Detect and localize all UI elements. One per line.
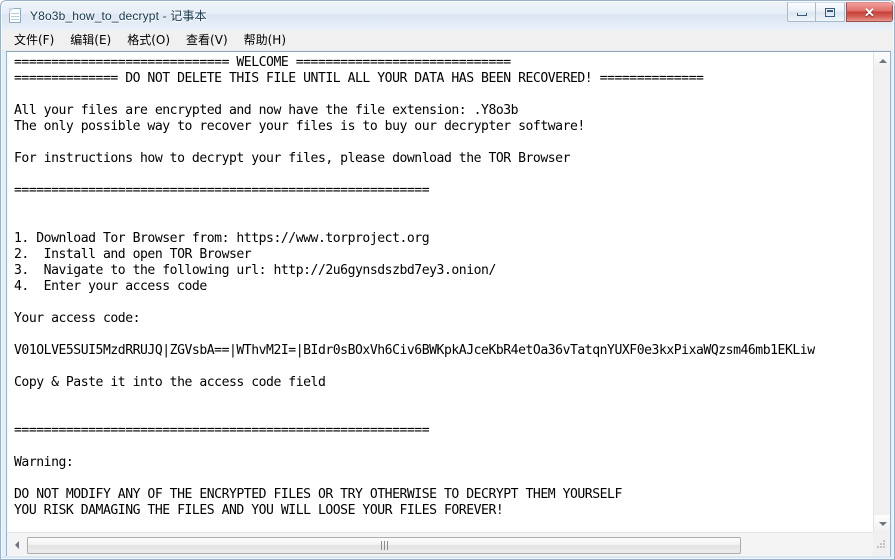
menu-item-file[interactable]: 文件(F) [6, 31, 62, 50]
window-bottom-edge [1, 556, 894, 559]
document-text[interactable]: ============================= WELCOME ==… [14, 55, 815, 519]
editor-client-area: ============================= WELCOME ==… [6, 51, 891, 558]
menu-item-edit[interactable]: 编辑(E) [62, 31, 119, 50]
window-title: Y8o3b_how_to_decrypt - 记事本 [30, 9, 207, 23]
maximize-button[interactable] [816, 2, 845, 22]
scroll-down-button[interactable] [874, 515, 890, 532]
horizontal-scrollbar[interactable] [7, 532, 890, 557]
close-icon: ✕ [864, 4, 875, 20]
minimize-icon [796, 12, 807, 16]
text-editor[interactable]: ============================= WELCOME ==… [7, 52, 869, 532]
scroll-left-button[interactable] [7, 537, 27, 554]
chevron-down-icon [878, 521, 887, 526]
vertical-scrollbar[interactable] [873, 52, 890, 532]
chevron-left-icon [15, 541, 19, 549]
notepad-icon [8, 8, 24, 24]
menu-item-help[interactable]: 帮助(H) [236, 31, 294, 50]
window-controls: ✕ [787, 2, 893, 22]
menu-item-format[interactable]: 格式(O) [119, 31, 178, 50]
resize-grip[interactable] [873, 532, 890, 557]
notepad-window: Y8o3b_how_to_decrypt - 记事本 ✕ 文件(F) 编辑(E)… [0, 0, 895, 560]
close-button[interactable]: ✕ [846, 2, 893, 22]
maximize-icon [825, 7, 835, 17]
horizontal-scrollbar-thumb[interactable] [27, 536, 741, 554]
horizontal-scrollbar-track[interactable] [27, 536, 870, 554]
menu-bar: 文件(F) 编辑(E) 格式(O) 查看(V) 帮助(H) [1, 30, 894, 51]
title-bar[interactable]: Y8o3b_how_to_decrypt - 记事本 ✕ [1, 1, 894, 30]
scroll-up-button[interactable] [874, 52, 890, 69]
minimize-button[interactable] [787, 2, 816, 22]
scrollbar-grip-icon [380, 540, 388, 550]
menu-item-view[interactable]: 查看(V) [178, 31, 236, 50]
chevron-up-icon [878, 58, 887, 63]
resize-grip-icon [877, 540, 886, 549]
